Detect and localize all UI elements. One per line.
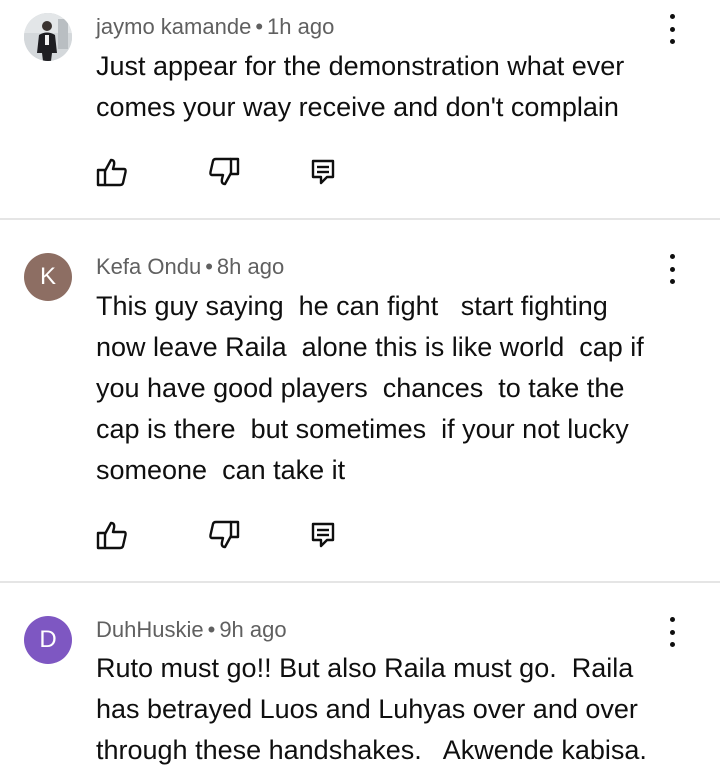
- reply-button[interactable]: [305, 517, 341, 553]
- more-vert-icon[interactable]: [660, 14, 684, 44]
- author-name[interactable]: DuhHuskie: [96, 617, 204, 642]
- avatar-letter: D: [39, 626, 57, 653]
- like-button[interactable]: [94, 517, 130, 553]
- more-vert-icon[interactable]: [660, 617, 684, 647]
- thumbs-down-icon: [209, 157, 240, 186]
- reply-icon: [311, 159, 335, 185]
- comment-text: This guy saying he can fight start fight…: [96, 291, 644, 485]
- reply-icon: [311, 522, 335, 548]
- avatar[interactable]: D: [24, 616, 72, 664]
- meta-separator: •: [205, 254, 213, 279]
- comment-meta: Kefa Ondu • 8h ago: [96, 254, 284, 280]
- avatar[interactable]: K: [24, 253, 72, 301]
- meta-separator: •: [255, 14, 264, 39]
- avatar-letter: K: [39, 263, 56, 290]
- dislike-button[interactable]: [206, 154, 242, 190]
- avatar[interactable]: [24, 13, 72, 61]
- person-photo-icon: [24, 13, 72, 61]
- reply-button[interactable]: [305, 154, 341, 190]
- meta-separator: •: [207, 617, 216, 642]
- comment-time: 1h ago: [267, 14, 335, 39]
- like-button[interactable]: [94, 154, 130, 190]
- author-name[interactable]: jaymo kamande: [96, 14, 251, 39]
- more-vert-icon[interactable]: [660, 254, 684, 284]
- thumbs-down-icon: [209, 520, 240, 549]
- comment-meta: DuhHuskie • 9h ago: [96, 617, 287, 643]
- thumbs-up-icon: [96, 158, 127, 187]
- comment-text: Just appear for the demonstration what e…: [96, 51, 625, 122]
- comment-text: Ruto must go!! But also Raila must go. R…: [96, 653, 647, 765]
- thumbs-up-icon: [96, 521, 127, 550]
- author-name[interactable]: Kefa Ondu: [96, 254, 201, 279]
- comment-meta: jaymo kamande • 1h ago: [96, 14, 334, 40]
- divider: [0, 581, 720, 583]
- divider: [0, 218, 720, 220]
- dislike-button[interactable]: [206, 517, 242, 553]
- comment-time: 9h ago: [219, 617, 287, 642]
- comment-time: 8h ago: [216, 254, 285, 279]
